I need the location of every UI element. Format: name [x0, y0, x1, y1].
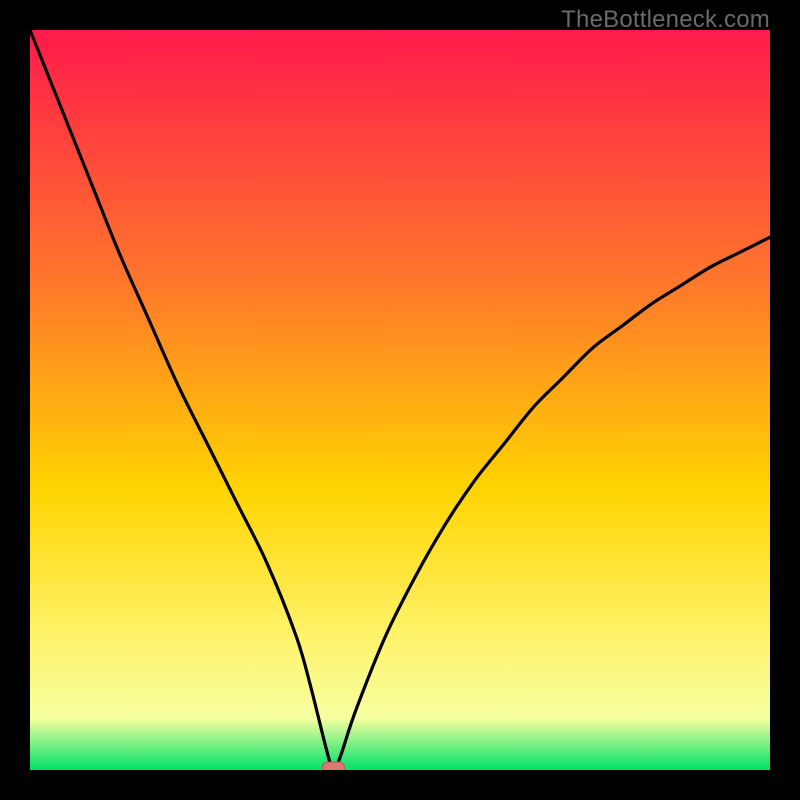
bottleneck-chart — [30, 30, 770, 770]
minimum-marker — [322, 762, 344, 770]
gradient-background — [30, 30, 770, 770]
chart-frame — [30, 30, 770, 770]
